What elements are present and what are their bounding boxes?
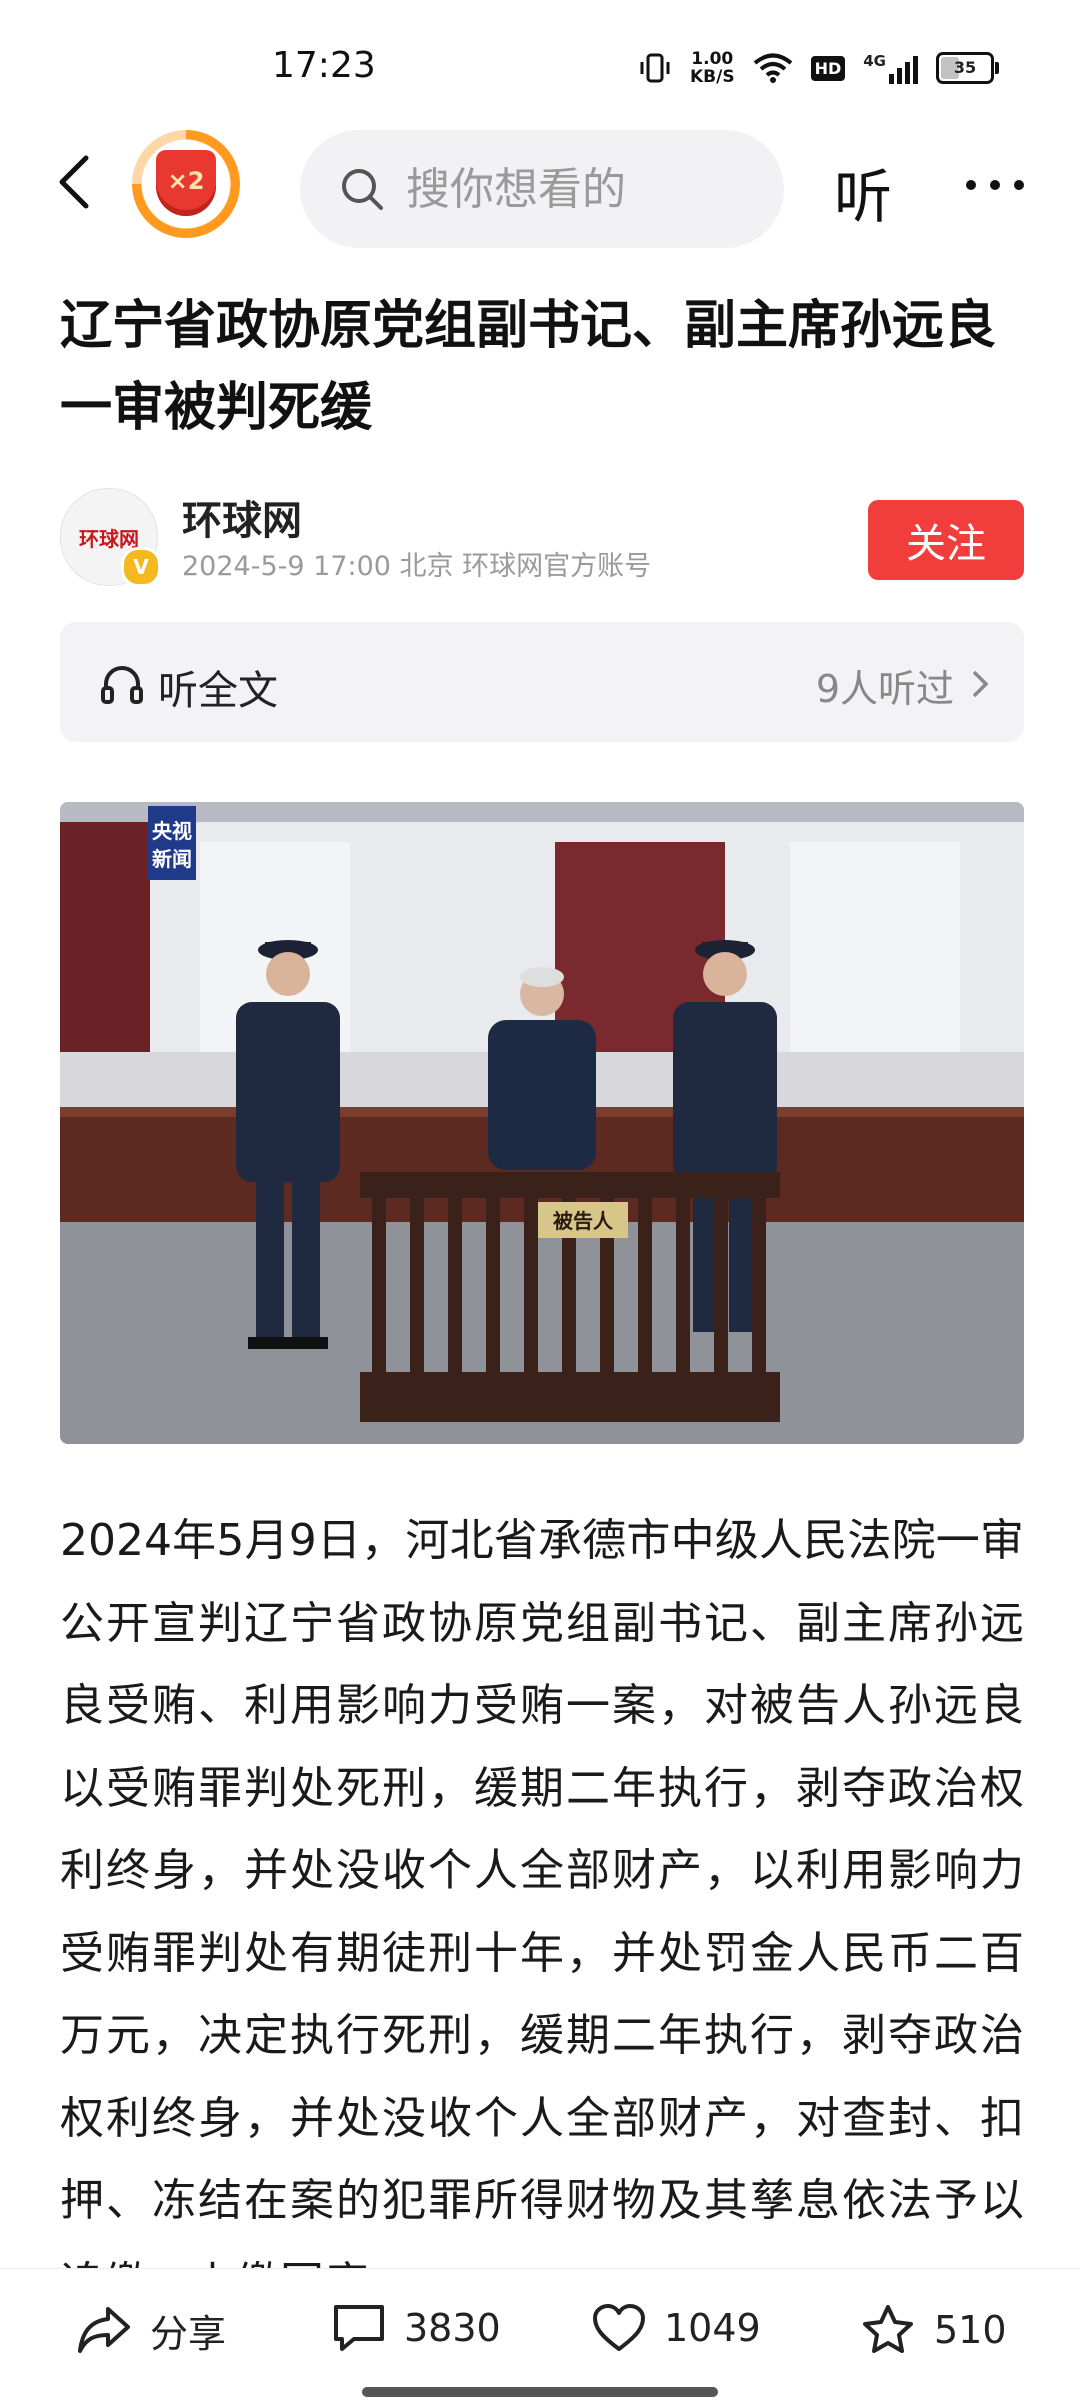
home-indicator[interactable] bbox=[362, 2387, 718, 2397]
article-body: 2024年5月9日，河北省承德市中级人民法院一审公开宣判辽宁省政协原党组副书记、… bbox=[60, 1515, 1024, 2270]
vibrate-icon bbox=[640, 53, 670, 83]
share-icon bbox=[78, 2306, 130, 2353]
network-speed: 1.00 KB/S bbox=[690, 50, 735, 86]
like-count: 1049 bbox=[664, 2306, 761, 2350]
comment-count: 3830 bbox=[404, 2306, 501, 2350]
favorite-count: 510 bbox=[934, 2308, 1007, 2352]
share-label: 分享 bbox=[150, 2312, 227, 2356]
status-bar: 17:23 1.00 KB/S HD 4G 35 bbox=[0, 0, 1080, 130]
listen-button[interactable]: 听 bbox=[834, 150, 892, 234]
battery-icon: 35 bbox=[936, 52, 999, 84]
listen-full-label: 听全文 bbox=[158, 668, 278, 714]
battery-level: 35 bbox=[953, 58, 977, 77]
reward-badge[interactable]: ×2 bbox=[132, 130, 240, 238]
like-button[interactable]: 1049 bbox=[592, 2303, 761, 2353]
shield-icon: ×2 bbox=[156, 150, 216, 216]
watermark-line1: 央视 bbox=[152, 819, 192, 843]
signal-label: 4G bbox=[863, 52, 886, 70]
comment-icon bbox=[334, 2305, 384, 2351]
network-speed-unit: KB/S bbox=[689, 67, 735, 87]
status-time: 17:23 bbox=[272, 45, 376, 86]
signal-icon: 4G bbox=[863, 52, 918, 84]
headphones-icon bbox=[101, 666, 143, 704]
search-bar[interactable] bbox=[300, 130, 784, 248]
dock-sign: 被告人 bbox=[553, 1209, 614, 1233]
heart-icon bbox=[593, 2304, 645, 2351]
watermark-line2: 新闻 bbox=[152, 847, 192, 871]
listen-full-bar[interactable]: 听全文 9人听过 bbox=[60, 622, 1024, 742]
chevron-right-icon bbox=[972, 670, 989, 698]
author-name[interactable]: 环球网 bbox=[182, 488, 302, 546]
more-icon[interactable] bbox=[966, 180, 1024, 190]
follow-button[interactable]: 关注 bbox=[868, 500, 1024, 580]
favorite-button[interactable]: 510 bbox=[860, 2303, 1007, 2357]
star-icon bbox=[863, 2305, 913, 2353]
article-photo[interactable]: 被告人 央视 新闻 bbox=[60, 802, 1024, 1444]
avatar[interactable]: 环球网 V bbox=[60, 488, 161, 587]
top-nav: ×2 听 bbox=[0, 130, 1080, 248]
back-icon[interactable] bbox=[48, 152, 108, 212]
share-button[interactable]: 分享 bbox=[76, 2303, 226, 2358]
verified-icon: V bbox=[121, 547, 161, 587]
search-icon bbox=[342, 169, 383, 210]
article-title: 辽宁省政协原党组副书记、副主席孙远良一审被判死缓 bbox=[60, 296, 997, 438]
bottom-action-bar: 分享 3830 1049 510 bbox=[0, 2268, 1080, 2401]
wifi-icon bbox=[753, 53, 792, 83]
listen-count: 9人听过 bbox=[815, 667, 954, 711]
network-speed-value: 1.00 bbox=[691, 49, 734, 69]
hd-icon: HD bbox=[810, 55, 846, 81]
courtroom-image: 被告人 央视 新闻 bbox=[60, 802, 1024, 1444]
comment-button[interactable]: 3830 bbox=[332, 2303, 501, 2353]
status-icons: 1.00 KB/S HD 4G 35 bbox=[638, 48, 999, 88]
article-meta: 2024-5-9 17:00 北京 环球网官方账号 bbox=[182, 551, 652, 582]
search-input[interactable] bbox=[404, 162, 748, 216]
